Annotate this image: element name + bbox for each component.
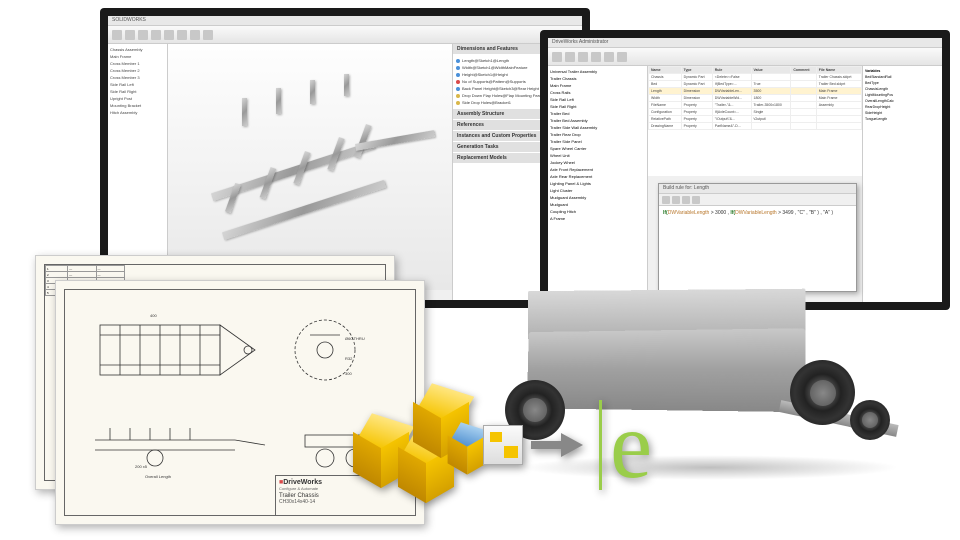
tree-item[interactable]: Cross Member 1 — [110, 60, 165, 67]
ribbon-icon[interactable] — [565, 52, 575, 62]
ribbon-icon[interactable] — [125, 30, 135, 40]
rule-formula-editor[interactable]: If(DWVariableLength > 3000 , If(DWVariab… — [659, 206, 856, 220]
tree-item[interactable]: Spare Wheel Carrier — [550, 145, 645, 152]
rule-toolbar[interactable] — [659, 194, 856, 206]
dimension-icon — [456, 59, 460, 63]
table-header-row: NameTypeRuleValueCommentFile Name — [649, 67, 862, 74]
tree-item[interactable]: Light Cluster — [550, 187, 645, 194]
spare-wheel-icon — [790, 360, 855, 425]
ribbon-icon[interactable] — [617, 52, 627, 62]
rules-grid[interactable]: NameTypeRuleValueCommentFile Name Chassi… — [648, 66, 862, 176]
rule-titlebar: Build rule for: Length — [659, 184, 856, 194]
cad-titlebar: SOLIDWORKS — [108, 16, 582, 26]
tree-item[interactable]: Hitch Assembly — [110, 109, 165, 116]
toolbar-icon[interactable] — [672, 196, 680, 204]
pattern-icon — [456, 94, 460, 98]
svg-text:300: 300 — [345, 371, 352, 376]
cad-viewport[interactable] — [168, 44, 452, 290]
ribbon-icon[interactable] — [112, 30, 122, 40]
plan-view: 400 — [80, 305, 260, 400]
tree-item[interactable]: Upright Post — [110, 95, 165, 102]
arrow-right-icon — [531, 425, 586, 465]
model-tree[interactable]: Universal Trailer Assembly Trailer Chass… — [548, 66, 648, 302]
toolbar-icon[interactable] — [662, 196, 670, 204]
tree-item[interactable]: Trailer Side Wall Assembly — [550, 124, 645, 131]
tree-item[interactable]: Main Frame — [110, 53, 165, 60]
assembly-cubes-icon — [350, 390, 480, 500]
svg-text:200 x5: 200 x5 — [135, 464, 148, 469]
svg-text:Ø60 THRU: Ø60 THRU — [345, 336, 365, 341]
tree-item[interactable]: Side Rail Left — [110, 81, 165, 88]
tree-item[interactable]: Jockey Wheel — [550, 159, 645, 166]
workflow-icons: e — [350, 380, 790, 510]
tree-item[interactable]: Coupling Hitch — [550, 208, 645, 215]
configurator-screen: DriveWorks Administrator Universal Trail… — [548, 38, 942, 302]
tree-item[interactable]: Cross Member 3 — [110, 74, 165, 81]
edrawings-e-icon: e — [610, 407, 652, 483]
feature-icon — [456, 80, 460, 84]
tree-item[interactable]: Axle Rear Replacement — [550, 173, 645, 180]
side-elevation: 200 x5 Overall Length — [85, 410, 275, 480]
table-row[interactable]: WidthDimensionDWVariableWid...1800Main F… — [649, 95, 862, 102]
svg-text:Overall Length: Overall Length — [145, 474, 171, 479]
pattern-icon — [456, 101, 460, 105]
variable-item[interactable]: TongueLength — [865, 116, 940, 122]
ribbon-icon[interactable] — [190, 30, 200, 40]
tree-item[interactable]: Mudguard — [550, 201, 645, 208]
svg-text:R32: R32 — [345, 356, 353, 361]
table-row[interactable]: LengthDimensionDWVariableLen...3500Main … — [649, 88, 862, 95]
ribbon-icon[interactable] — [138, 30, 148, 40]
tree-item[interactable]: Trailer Chassis — [550, 75, 645, 82]
ribbon-icon[interactable] — [591, 52, 601, 62]
tree-item[interactable]: Universal Trailer Assembly — [550, 68, 645, 75]
tree-item[interactable]: Side Rail Right — [550, 103, 645, 110]
variables-panel[interactable]: Variables BedStandardRail BedType Chassi… — [862, 66, 942, 302]
config-ribbon[interactable] — [548, 48, 942, 66]
tree-item[interactable]: Trailer Bed — [550, 110, 645, 117]
ribbon-icon[interactable] — [552, 52, 562, 62]
toolbar-icon[interactable] — [682, 196, 690, 204]
toolbar-icon[interactable] — [692, 196, 700, 204]
tree-item[interactable]: Trailer Side Panel — [550, 138, 645, 145]
svg-text:400: 400 — [150, 313, 157, 318]
tree-item[interactable]: Lighting Panel & Lights — [550, 180, 645, 187]
dimension-icon — [456, 66, 460, 70]
table-row[interactable]: ChassisDynamic Part<Delete>=FalseTrailer… — [649, 74, 862, 81]
flow-step-icon — [483, 425, 523, 465]
tree-item[interactable]: Mounting Bracket — [110, 102, 165, 109]
ribbon-icon[interactable] — [578, 52, 588, 62]
table-row[interactable]: RelativePathProperty"\Output\"&...\Outpu… — [649, 116, 862, 123]
tree-item[interactable]: Main Frame — [550, 82, 645, 89]
config-titlebar: DriveWorks Administrator — [548, 38, 942, 48]
ribbon-icon[interactable] — [203, 30, 213, 40]
ribbon-icon[interactable] — [164, 30, 174, 40]
rules-table[interactable]: NameTypeRuleValueCommentFile Name Chassi… — [648, 66, 862, 130]
configurator-monitor: DriveWorks Administrator Universal Trail… — [540, 30, 950, 310]
table-row[interactable]: FileNameProperty"Trailer-"&...Trailer-35… — [649, 102, 862, 109]
ribbon-icon[interactable] — [604, 52, 614, 62]
tree-item[interactable]: Mudguard Assembly — [550, 194, 645, 201]
ribbon-icon[interactable] — [177, 30, 187, 40]
divider — [599, 400, 602, 490]
tree-item[interactable]: Axle Front Replacement — [550, 166, 645, 173]
tree-item[interactable]: Side Rail Right — [110, 88, 165, 95]
tree-item[interactable]: Wheel Unit — [550, 152, 645, 159]
detail-view: Ø60 THRU R32 300 — [275, 310, 405, 390]
tree-item[interactable]: Chassis Assembly — [110, 46, 165, 53]
table-row[interactable]: ConfigurationPropertyIf(AxleCount=...Sin… — [649, 109, 862, 116]
tree-item[interactable]: Cross Rails — [550, 89, 645, 96]
tree-item[interactable]: Cross Member 2 — [110, 67, 165, 74]
tree-item[interactable]: Side Rail Left — [550, 96, 645, 103]
chassis-frame-3d — [196, 69, 423, 266]
cad-ribbon[interactable] — [108, 26, 582, 44]
tree-item[interactable]: Trailer Rear Drop — [550, 131, 645, 138]
table-row[interactable]: DrawingNamePropertyPartName&"-D... — [649, 123, 862, 130]
tree-item[interactable]: Trailer Bed Assembly — [550, 117, 645, 124]
tree-item[interactable]: A Frame — [550, 215, 645, 222]
dimension-icon — [456, 87, 460, 91]
table-row[interactable]: BedDynamic PartIf(BedType=...TrueTrailer… — [649, 81, 862, 88]
ribbon-icon[interactable] — [151, 30, 161, 40]
dimension-icon — [456, 73, 460, 77]
jockey-wheel-icon — [850, 400, 890, 440]
